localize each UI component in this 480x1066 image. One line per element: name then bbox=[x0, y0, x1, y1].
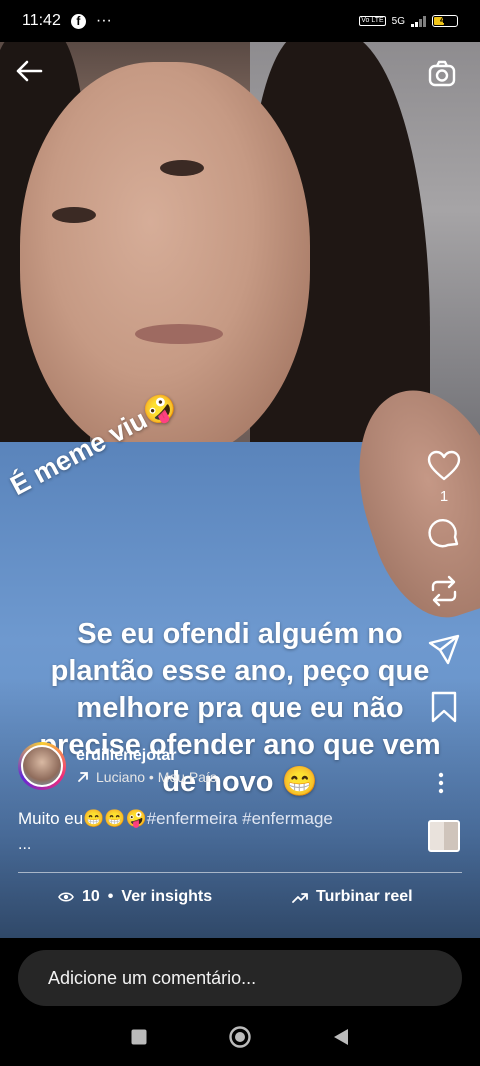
more-icon[interactable] bbox=[438, 772, 444, 800]
divider bbox=[18, 872, 462, 873]
reel-video[interactable] bbox=[0, 42, 480, 938]
signal-icon bbox=[411, 15, 426, 27]
description-text: Muito eu😁😁🤪 bbox=[18, 809, 147, 828]
network-type: 5G bbox=[391, 15, 405, 27]
status-time: 11:42 bbox=[22, 12, 61, 29]
author-username[interactable]: erdilienejotar bbox=[76, 747, 217, 765]
audio-thumbnail[interactable] bbox=[428, 820, 460, 852]
facebook-icon: f bbox=[70, 13, 86, 29]
repost-icon[interactable] bbox=[424, 573, 464, 609]
camera-icon[interactable] bbox=[426, 58, 458, 90]
audio-name: Luciano • Meu País bbox=[96, 769, 217, 785]
heart-icon[interactable] bbox=[424, 448, 464, 484]
comment-icon[interactable] bbox=[424, 515, 464, 551]
back-triangle-icon[interactable] bbox=[332, 1027, 350, 1052]
description-hashtags[interactable]: #enfermeira #enfermage bbox=[147, 809, 333, 828]
home-circle-icon[interactable] bbox=[228, 1025, 252, 1054]
back-arrow-icon[interactable] bbox=[14, 56, 44, 86]
boost-label: Turbinar reel bbox=[316, 888, 413, 905]
trend-icon bbox=[292, 893, 308, 903]
recents-square-icon[interactable] bbox=[130, 1028, 148, 1051]
battery-icon: 40 bbox=[432, 15, 458, 27]
insights-button[interactable]: 10 • Ver insights bbox=[58, 888, 212, 906]
audio-link[interactable]: Luciano • Meu País bbox=[76, 769, 217, 785]
boost-button[interactable]: Turbinar reel bbox=[292, 888, 413, 906]
views-count: 10 bbox=[82, 888, 100, 905]
side-actions: 1 bbox=[424, 448, 464, 725]
battery-level: 40 bbox=[439, 15, 450, 25]
avatar[interactable] bbox=[18, 742, 66, 790]
author-row[interactable]: erdilienejotar Luciano • Meu País bbox=[18, 742, 217, 790]
send-icon[interactable] bbox=[424, 631, 464, 667]
like-count: 1 bbox=[439, 488, 449, 505]
insights-separator: • bbox=[107, 888, 114, 905]
comment-bar: Adicione um comentário... bbox=[0, 938, 480, 1012]
status-bar: 11:42 f ··· Vo LTE 5G 40 bbox=[0, 0, 480, 42]
status-more: ··· bbox=[95, 12, 112, 29]
volte-indicator: Vo LTE bbox=[359, 16, 386, 26]
comment-input[interactable]: Adicione um comentário... bbox=[18, 950, 462, 1006]
system-nav-bar bbox=[0, 1012, 480, 1066]
bookmark-icon[interactable] bbox=[424, 689, 464, 725]
audio-arrow-icon bbox=[78, 772, 88, 782]
insights-label: Ver insights bbox=[121, 888, 213, 905]
eye-icon bbox=[58, 892, 74, 902]
description-more[interactable]: ... bbox=[18, 836, 31, 854]
reel-description[interactable]: Muito eu😁😁🤪#enfermeira #enfermage bbox=[18, 808, 418, 830]
